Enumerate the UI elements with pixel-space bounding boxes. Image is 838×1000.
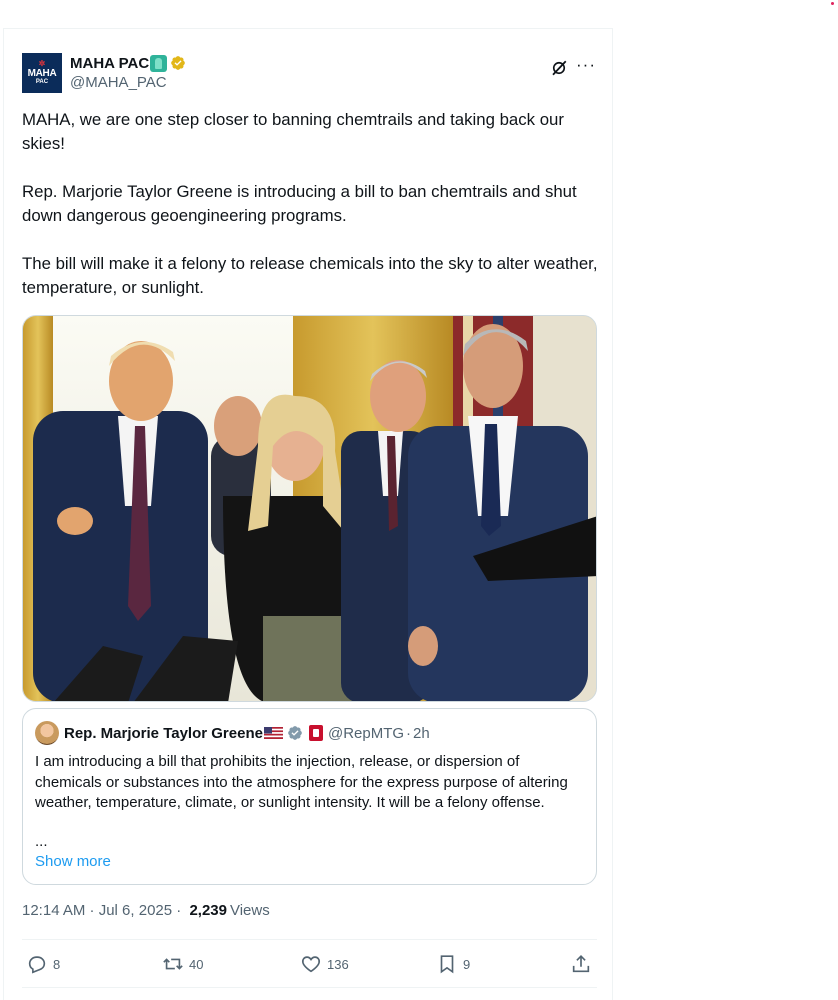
action-bar: 8 40 136 9 bbox=[22, 949, 597, 979]
author-avatar[interactable]: ✲ MAHA PAC bbox=[22, 53, 62, 93]
views-count: 2,239 bbox=[189, 902, 227, 919]
tweet-paragraph: Rep. Marjorie Taylor Greene is introduci… bbox=[22, 182, 577, 225]
quoted-tweet[interactable]: Rep. Marjorie Taylor Greene @RepMTG · 2h… bbox=[22, 708, 597, 885]
bookmark-button[interactable]: 9 bbox=[436, 953, 470, 975]
government-verified-icon[interactable] bbox=[287, 725, 303, 741]
author-handle[interactable]: @MAHA_PAC bbox=[70, 73, 186, 93]
quoted-author-display-name[interactable]: Rep. Marjorie Taylor Greene bbox=[64, 725, 263, 742]
affiliate-badge-icon[interactable] bbox=[308, 725, 323, 741]
repost-button[interactable]: 40 bbox=[162, 953, 203, 975]
grok-icon[interactable] bbox=[550, 59, 568, 77]
repost-count: 40 bbox=[189, 956, 204, 972]
like-button[interactable]: 136 bbox=[300, 953, 349, 975]
author-display-name[interactable]: MAHA PAC bbox=[70, 55, 149, 72]
quoted-tweet-text: I am introducing a bill that prohibits t… bbox=[35, 753, 568, 811]
tweet-photo[interactable] bbox=[22, 315, 597, 702]
tweet-card: ✲ MAHA PAC MAHA PAC @MAHA_PAC ··· MAHA, … bbox=[3, 28, 613, 1000]
divider bbox=[22, 939, 597, 940]
verified-badge-icon[interactable] bbox=[170, 55, 186, 71]
show-more-link[interactable]: Show more bbox=[35, 853, 111, 870]
corner-marker bbox=[831, 2, 834, 5]
us-flag-icon bbox=[263, 727, 283, 739]
heart-icon bbox=[301, 956, 321, 973]
tweet-text: MAHA, we are one step closer to banning … bbox=[22, 108, 602, 300]
reply-count: 8 bbox=[53, 956, 61, 972]
share-button[interactable] bbox=[570, 953, 592, 975]
bookmark-icon bbox=[440, 955, 454, 974]
like-count: 136 bbox=[327, 956, 349, 972]
quoted-tweet-header: Rep. Marjorie Taylor Greene @RepMTG · 2h bbox=[35, 721, 430, 745]
tweet-paragraph: MAHA, we are one step closer to banning … bbox=[22, 110, 564, 153]
reply-icon bbox=[28, 956, 46, 974]
reply-button[interactable]: 8 bbox=[26, 953, 60, 975]
tweet-header: ✲ MAHA PAC MAHA PAC @MAHA_PAC ··· bbox=[22, 51, 598, 95]
statue-of-liberty-icon bbox=[150, 54, 168, 72]
author-names: MAHA PAC @MAHA_PAC bbox=[70, 53, 186, 93]
divider bbox=[22, 987, 597, 988]
more-options-icon[interactable]: ··· bbox=[576, 55, 596, 75]
photo-image bbox=[23, 316, 596, 701]
tweet-timestamp[interactable]: 12:14 AM · Jul 6, 2025 · bbox=[22, 902, 185, 919]
repost-icon bbox=[163, 958, 183, 970]
bookmark-count: 9 bbox=[463, 956, 471, 972]
share-icon bbox=[572, 955, 590, 973]
quoted-author-avatar[interactable] bbox=[35, 721, 59, 745]
quoted-tweet-ellipsis: ... bbox=[35, 833, 48, 850]
quoted-tweet-time[interactable]: 2h bbox=[413, 725, 430, 742]
views-label: Views bbox=[229, 902, 270, 919]
tweet-paragraph: The bill will make it a felony to releas… bbox=[22, 254, 598, 297]
tweet-metadata: 12:14 AM · Jul 6, 2025 · 2,239 Views bbox=[22, 902, 270, 919]
separator-dot: · bbox=[406, 724, 412, 742]
quoted-author-handle[interactable]: @RepMTG bbox=[328, 725, 404, 742]
